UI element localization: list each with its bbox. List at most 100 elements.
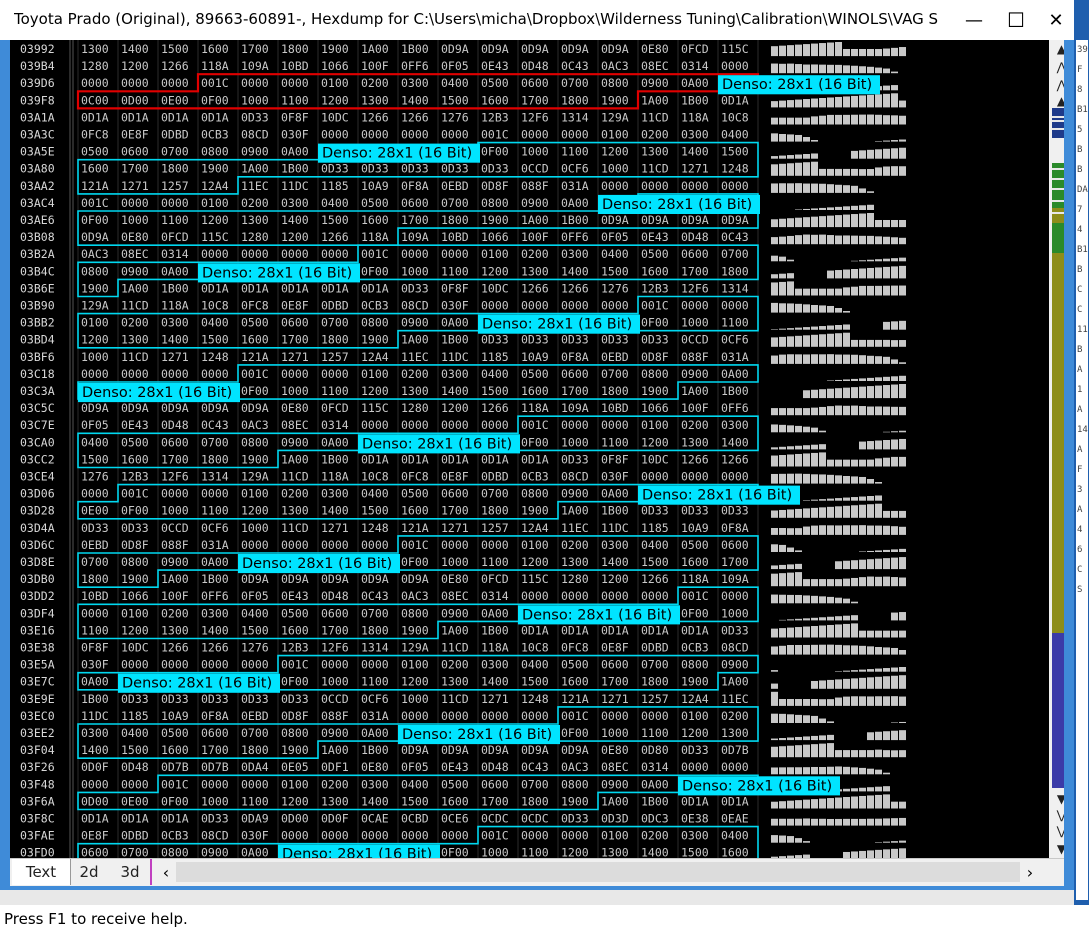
tab-3d[interactable]: 3d: [110, 859, 152, 885]
hex-cell[interactable]: 0000: [481, 538, 509, 552]
hex-cell[interactable]: 0D33: [641, 333, 669, 347]
hex-cell[interactable]: 0000: [641, 589, 669, 603]
map-label[interactable]: Denso: 28x1 (16 Bit): [598, 194, 760, 214]
scroll-up-button[interactable]: ▲: [1049, 40, 1064, 58]
hex-cell[interactable]: 0E80: [121, 230, 149, 244]
hex-cell[interactable]: 0D33: [561, 812, 589, 826]
hex-cell[interactable]: 0314: [161, 247, 189, 261]
hex-cell[interactable]: 0000: [321, 367, 349, 381]
hex-cell[interactable]: 1271: [601, 692, 629, 706]
hex-cell[interactable]: 1B00: [601, 504, 629, 518]
hex-cell[interactable]: 0D48: [681, 230, 709, 244]
hex-cell[interactable]: 1257: [321, 350, 349, 364]
hex-cell[interactable]: 0400: [721, 829, 749, 843]
hex-cell[interactable]: 0600: [441, 487, 469, 501]
hex-cell[interactable]: 0D9A: [321, 572, 349, 586]
hex-cell[interactable]: 0D00: [81, 794, 109, 808]
hex-cell[interactable]: 0D48: [121, 760, 149, 774]
hex-cell[interactable]: 0F8F: [81, 641, 109, 655]
hex-cell[interactable]: 100F: [521, 230, 549, 244]
hex-cell[interactable]: 0D1A: [521, 452, 549, 466]
hex-cell[interactable]: 0900: [641, 76, 669, 90]
hex-cell[interactable]: 1300: [321, 794, 349, 808]
hex-cell[interactable]: 1500: [321, 213, 349, 227]
hex-cell[interactable]: 0200: [401, 367, 429, 381]
hex-cell[interactable]: 10A9: [361, 179, 389, 193]
hex-cell[interactable]: 1300: [721, 726, 749, 740]
hex-cell[interactable]: 0D8F: [481, 179, 509, 193]
hex-cell[interactable]: 1314: [721, 281, 749, 295]
hex-cell[interactable]: 1500: [481, 384, 509, 398]
hex-cell[interactable]: 1000: [121, 213, 149, 227]
hex-cell[interactable]: 1600: [561, 675, 589, 689]
hex-cell[interactable]: 0D33: [401, 281, 429, 295]
hex-cell[interactable]: 1500: [121, 743, 149, 757]
hex-cell[interactable]: 0000: [121, 367, 149, 381]
hex-cell[interactable]: 1271: [481, 692, 509, 706]
hex-cell[interactable]: 0000: [121, 777, 149, 791]
hex-cell[interactable]: 0500: [521, 367, 549, 381]
maximize-button[interactable]: ☐: [996, 0, 1036, 40]
hex-cell[interactable]: 0200: [321, 777, 349, 791]
hex-cell[interactable]: 0CF6: [561, 162, 589, 176]
hex-cell[interactable]: 0CB3: [681, 641, 709, 655]
hex-cell[interactable]: 0A00: [361, 726, 389, 740]
hex-cell[interactable]: 0300: [401, 76, 429, 90]
hex-cell[interactable]: 0000: [281, 76, 309, 90]
hex-cell[interactable]: 001C: [401, 538, 429, 552]
hex-cell[interactable]: 1271: [441, 521, 469, 535]
hex-cell[interactable]: 0CB3: [521, 470, 549, 484]
hex-cell[interactable]: 1B00: [681, 93, 709, 107]
hex-cell[interactable]: 0D1A: [161, 110, 189, 124]
hex-cell[interactable]: 0314: [321, 418, 349, 432]
hex-cell[interactable]: 0E05: [281, 760, 309, 774]
hex-cell[interactable]: 1185: [641, 521, 669, 535]
hex-cell[interactable]: 0500: [121, 435, 149, 449]
hex-cell[interactable]: 1185: [121, 709, 149, 723]
hex-cell[interactable]: 0F8F: [281, 110, 309, 124]
hex-cell[interactable]: 0000: [721, 760, 749, 774]
hex-cell[interactable]: 129A: [81, 299, 109, 313]
hex-cell[interactable]: 121A: [81, 179, 109, 193]
hex-cell[interactable]: 0700: [81, 555, 109, 569]
hex-cell[interactable]: 031A: [201, 538, 229, 552]
hex-cell[interactable]: 1900: [521, 504, 549, 518]
hex-cell[interactable]: 1600: [401, 504, 429, 518]
hex-cell[interactable]: 129A: [601, 110, 629, 124]
hex-cell[interactable]: 0900: [121, 264, 149, 278]
hex-cell[interactable]: 0E80: [601, 743, 629, 757]
hex-cell[interactable]: 0000: [241, 777, 269, 791]
hex-cell[interactable]: 10DC: [641, 452, 669, 466]
hex-cell[interactable]: 0100: [321, 76, 349, 90]
hex-cell[interactable]: 0900: [521, 196, 549, 210]
hex-cell[interactable]: 100F: [161, 589, 189, 603]
hex-cell[interactable]: 0000: [561, 829, 589, 843]
hex-cell[interactable]: 0000: [521, 299, 549, 313]
hex-cell[interactable]: 0100: [201, 196, 229, 210]
hex-cell[interactable]: 0E43: [121, 418, 149, 432]
hex-cell[interactable]: 1200: [121, 59, 149, 73]
hex-cell[interactable]: 1100: [201, 504, 229, 518]
hex-cell[interactable]: 109A: [241, 59, 269, 73]
hex-cell[interactable]: 1A00: [601, 794, 629, 808]
hex-cell[interactable]: 0C43: [721, 230, 749, 244]
hex-cell[interactable]: 0D33: [121, 521, 149, 535]
hex-cell[interactable]: 0000: [521, 128, 549, 142]
hex-cell[interactable]: 1200: [281, 230, 309, 244]
hex-cell[interactable]: 1400: [441, 384, 469, 398]
hex-cell[interactable]: 1600: [281, 623, 309, 637]
hex-cell[interactable]: 1257: [481, 521, 509, 535]
hex-cell[interactable]: 030F: [281, 128, 309, 142]
hex-cell[interactable]: 1600: [121, 452, 149, 466]
hex-cell[interactable]: 1900: [121, 572, 149, 586]
hex-cell[interactable]: 0000: [121, 658, 149, 672]
horizontal-scrollbar[interactable]: ‹ ›: [156, 862, 1040, 882]
hex-cell[interactable]: 0800: [681, 658, 709, 672]
hex-cell[interactable]: 0FC8: [81, 128, 109, 142]
hex-cell[interactable]: 0D48: [481, 760, 509, 774]
hex-cell[interactable]: 0300: [681, 128, 709, 142]
hex-cell[interactable]: 1266: [201, 641, 229, 655]
hex-cell[interactable]: 1B00: [561, 213, 589, 227]
hex-cell[interactable]: 0000: [161, 658, 189, 672]
hex-cell[interactable]: 1200: [481, 264, 509, 278]
